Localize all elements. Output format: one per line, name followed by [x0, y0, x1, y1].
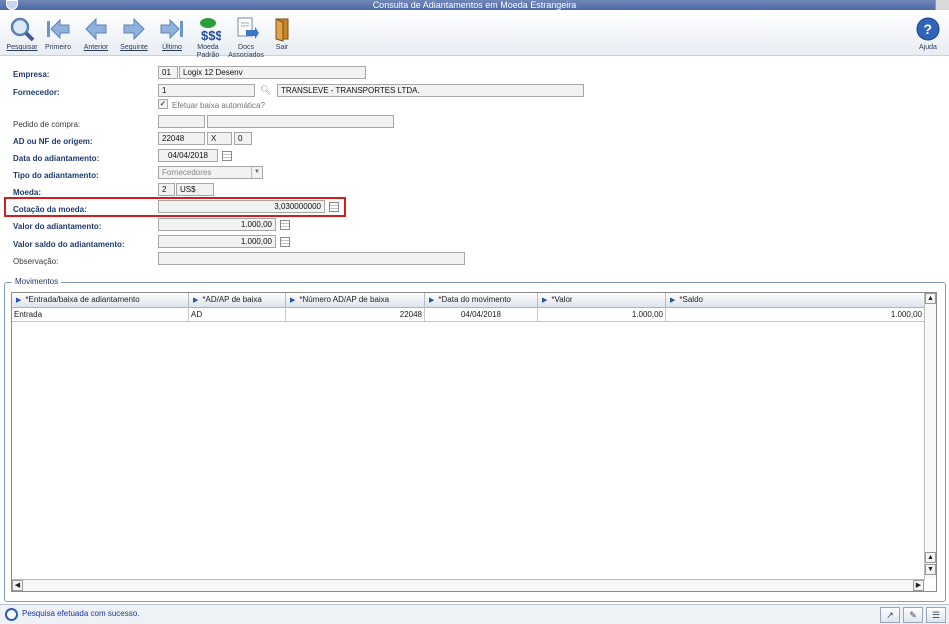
- svg-text:$$$: $$$: [201, 28, 221, 42]
- baixa-automatica-label: Efetuar baixa automática?: [172, 101, 265, 110]
- exit-button[interactable]: Sair: [262, 16, 302, 52]
- valor-adiantamento-field[interactable]: 1.000,00: [158, 218, 276, 231]
- exit-door-icon: [275, 18, 289, 42]
- movimentos-grid[interactable]: ▶ *Entrada/baixa de adiantamento ▶ *AD/AP …: [11, 292, 937, 592]
- grid-header: ▶ *Entrada/baixa de adiantamento ▶ *AD/AP …: [12, 293, 925, 308]
- tipo-adiantamento-value: Fornecedores: [162, 168, 212, 177]
- sort-triangle-icon: ▶: [429, 297, 435, 304]
- cotacao-moeda-label: Cotação da moeda:: [13, 205, 87, 214]
- pedido-compra-field-1[interactable]: [158, 115, 205, 128]
- calculator-icon[interactable]: [280, 220, 290, 230]
- fornecedor-lookup-icon[interactable]: 🔍︎: [260, 85, 271, 96]
- sort-triangle-icon: ▶: [193, 297, 199, 304]
- svg-text:?: ?: [924, 21, 933, 37]
- currency-icon: $$$: [200, 18, 221, 42]
- calculator-icon[interactable]: [280, 237, 290, 247]
- fornecedor-label: Fornecedor:: [13, 88, 60, 97]
- message-icon[interactable]: ☰: [926, 607, 946, 623]
- ad-nf-seq-field[interactable]: 0: [234, 132, 252, 145]
- next-record-button[interactable]: Seguinte: [114, 16, 154, 52]
- moeda-code-field[interactable]: 2: [158, 183, 175, 196]
- last-arrow-icon: [160, 18, 183, 40]
- status-message: Pesquisa efetuada com sucesso.: [22, 609, 140, 618]
- close-window-button[interactable]: [935, 0, 949, 10]
- toolbar: Pesquisar Primeiro Anterior Seguinte Últ…: [0, 10, 949, 59]
- moeda-label: Moeda:: [13, 188, 41, 197]
- help-icon: ?: [916, 17, 940, 41]
- first-record-button[interactable]: Primeiro: [38, 16, 78, 52]
- previous-record-button[interactable]: Anterior: [76, 16, 116, 52]
- table-row[interactable]: Entrada AD 22048 04/04/2018 1.000,00 1.0…: [12, 308, 925, 322]
- scroll-down-button[interactable]: ▼: [925, 564, 936, 575]
- next-arrow-icon: [123, 17, 145, 41]
- column-header[interactable]: ▶ *AD/AP de baixa: [189, 293, 286, 308]
- associated-docs-button[interactable]: Docs Associados: [226, 16, 266, 60]
- sort-triangle-icon: ▶: [542, 297, 548, 304]
- empresa-code-field[interactable]: 01: [158, 66, 178, 79]
- table-cell: Entrada: [12, 308, 189, 322]
- moeda-symbol-field[interactable]: US$: [176, 183, 214, 196]
- fornecedor-name-field[interactable]: TRANSLEVE - TRANSPORTES LTDA.: [277, 84, 584, 97]
- table-cell: 22048: [286, 308, 425, 322]
- valor-adiantamento-label: Valor do adiantamento:: [13, 222, 102, 231]
- help-button[interactable]: ? Ajuda: [908, 16, 948, 52]
- table-cell: 1.000,00: [538, 308, 666, 322]
- baixa-automatica-checkbox[interactable]: ✓: [158, 99, 168, 109]
- search-button[interactable]: Pesquisar: [2, 16, 42, 52]
- observacao-field[interactable]: [158, 252, 465, 265]
- cotacao-moeda-field[interactable]: 3,030000000: [158, 200, 325, 213]
- empresa-label: Empresa:: [13, 70, 50, 79]
- scroll-left-button[interactable]: ◀: [12, 580, 23, 591]
- documents-icon: [237, 17, 259, 39]
- first-arrow-icon: [47, 18, 70, 40]
- scroll-up-button[interactable]: ▲: [925, 552, 936, 563]
- fornecedor-code-field[interactable]: 1: [158, 84, 255, 97]
- column-header[interactable]: ▶ *Saldo: [666, 293, 925, 308]
- user-icon[interactable]: ✎: [903, 607, 923, 623]
- title-bar: Consulta de Adiantamentos em Moeda Estra…: [0, 0, 949, 10]
- calendar-icon[interactable]: [222, 151, 232, 161]
- sort-triangle-icon: ▶: [670, 297, 676, 304]
- ad-nf-origem-label: AD ou NF de origem:: [13, 137, 93, 146]
- window-title: Consulta de Adiantamentos em Moeda Estra…: [372, 0, 577, 10]
- valor-saldo-label: Valor saldo do adiantamento:: [13, 240, 125, 249]
- tipo-adiantamento-select[interactable]: Fornecedores ▼: [158, 166, 263, 179]
- app-icon: [6, 0, 18, 10]
- search-icon: [10, 17, 35, 42]
- valor-saldo-field[interactable]: 1.000,00: [158, 235, 276, 248]
- column-header[interactable]: ▶ *Entrada/baixa de adiantamento: [12, 293, 189, 308]
- column-header[interactable]: ▶ *Valor: [538, 293, 666, 308]
- sort-triangle-icon: ▶: [16, 297, 22, 304]
- column-header[interactable]: ▶ *Data do movimento: [425, 293, 538, 308]
- movimentos-title: Movimentos: [12, 277, 62, 286]
- table-cell: 1.000,00: [666, 308, 925, 322]
- data-adiantamento-field[interactable]: 04/04/2018: [158, 149, 218, 162]
- horizontal-scrollbar[interactable]: ◀ ▶: [12, 579, 925, 591]
- tipo-adiantamento-label: Tipo do adiantamento:: [13, 171, 99, 180]
- previous-arrow-icon: [85, 17, 107, 41]
- column-header[interactable]: ▶ *Número AD/AP de baixa: [286, 293, 425, 308]
- pedido-compra-field-2[interactable]: [207, 115, 394, 128]
- pedido-compra-label: Pedido de compra:: [13, 120, 81, 129]
- observacao-label: Observação:: [13, 257, 59, 266]
- last-record-button[interactable]: Último: [152, 16, 192, 52]
- data-adiantamento-label: Data do adiantamento:: [13, 154, 100, 163]
- ad-nf-number-field[interactable]: 22048: [158, 132, 205, 145]
- scroll-right-button[interactable]: ▶: [913, 580, 924, 591]
- status-info-icon: [5, 608, 18, 621]
- chevron-down-icon[interactable]: ▼: [251, 167, 262, 178]
- sort-triangle-icon: ▶: [290, 297, 296, 304]
- expand-icon[interactable]: ↗: [880, 607, 900, 623]
- default-currency-button[interactable]: $$$ Moeda Padrão: [188, 16, 228, 60]
- table-cell: 04/04/2018: [425, 308, 538, 322]
- calculator-icon[interactable]: [329, 202, 339, 212]
- scroll-top-button[interactable]: ▲: [925, 293, 936, 304]
- status-bar: Pesquisa efetuada com sucesso. ↗ ✎ ☰: [0, 604, 949, 624]
- table-cell: AD: [189, 308, 286, 322]
- ad-nf-type-field[interactable]: X: [207, 132, 232, 145]
- empresa-name-field[interactable]: Logix 12 Desenv: [179, 66, 366, 79]
- vertical-scrollbar[interactable]: ▲ ▲ ▼: [924, 293, 936, 579]
